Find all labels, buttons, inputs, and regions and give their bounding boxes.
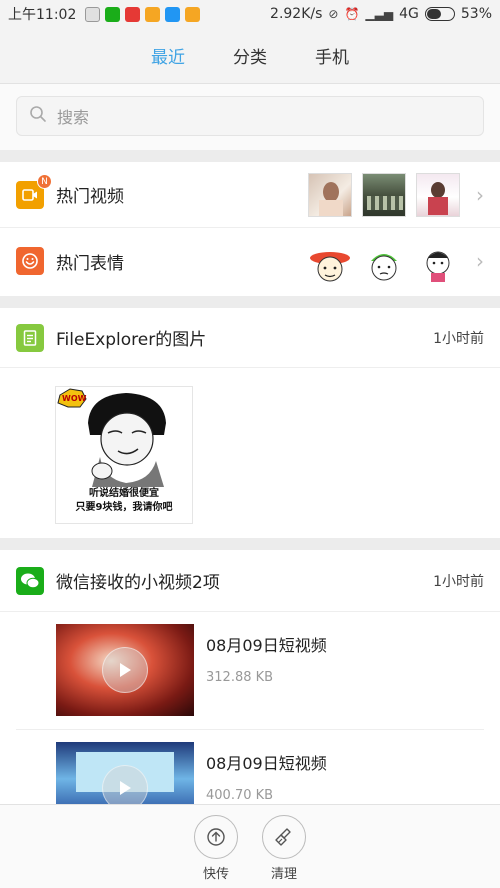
file-explorer-title: FileExplorer的图片: [56, 330, 207, 350]
chevron-right-icon: ›: [476, 249, 484, 273]
tab-recent[interactable]: 最近: [151, 43, 185, 68]
wow-badge: WOW: [62, 394, 87, 403]
video-thumbnail: [416, 172, 460, 217]
android-app-icon: [185, 6, 201, 22]
video-icon: N: [16, 173, 52, 209]
video-thumbnail: [56, 742, 194, 804]
play-icon: [102, 765, 148, 804]
blue-app-icon: [165, 6, 181, 22]
wechat-icon: [16, 566, 44, 595]
battery-percent: 53%: [460, 6, 492, 22]
battery-icon: [424, 7, 455, 21]
video-name: 08月09日短视频: [206, 636, 327, 655]
emoji-sticker: [308, 239, 352, 283]
video-name: 08月09日短视频: [206, 754, 327, 773]
new-badge: N: [37, 173, 52, 189]
signal-icon: ▁▃▅: [365, 7, 394, 21]
play-icon: [102, 647, 148, 693]
hot-emoji-thumbnails: [308, 239, 460, 283]
broom-icon: [262, 815, 306, 859]
chevron-right-icon: ›: [476, 182, 484, 207]
taobao-app-icon: [125, 6, 141, 22]
clean-button[interactable]: 清理: [262, 815, 306, 888]
quick-send-label: 快传: [202, 867, 229, 882]
quick-send-button[interactable]: 快传: [194, 815, 238, 888]
status-time: 上午11:02: [8, 7, 77, 23]
image-caption-line1: 听说结婚很便宜: [89, 488, 159, 499]
upload-icon: [194, 815, 238, 859]
network-speed: 2.92K/s: [270, 6, 323, 22]
tab-phone[interactable]: 手机: [315, 43, 349, 68]
file-explorer-time: 1小时前: [433, 330, 484, 347]
tab-category[interactable]: 分类: [233, 43, 267, 68]
video-list-item[interactable]: 08月09日短视频 400.70 KB: [16, 730, 484, 804]
emoji-icon: [16, 247, 44, 275]
video-thumbnail: [308, 172, 352, 217]
clean-label: 清理: [270, 867, 297, 882]
tab-bar: 最近 分类 手机: [0, 28, 500, 84]
video-list-item[interactable]: 08月09日短视频 312.88 KB: [16, 612, 484, 730]
status-bar: 上午11:02 2.92K/s ⊘ ⏰ ▁▃▅ 4G 53%: [0, 0, 500, 28]
hot-video-row[interactable]: N 热门视频 ›: [0, 162, 500, 228]
orange-app-icon: [145, 6, 161, 22]
image-thumbnail[interactable]: WOW 听说结婚很便宜 只要9块钱，我请你吧: [55, 386, 193, 524]
image-caption-line2: 只要9块钱，我请你吧: [75, 502, 173, 513]
mute-icon: ⊘: [328, 7, 339, 21]
video-thumbnail: [56, 624, 194, 716]
hot-video-thumbnails: [308, 172, 460, 217]
hot-video-title: 热门视频: [56, 187, 124, 207]
hot-section: N 热门视频 › 热门表情 ›: [0, 162, 500, 296]
video-thumbnail: [362, 172, 406, 217]
search-placeholder: 搜索: [57, 108, 90, 127]
emoji-sticker: [362, 239, 406, 283]
hot-emoji-title: 热门表情: [56, 253, 124, 274]
hot-emoji-row[interactable]: 热门表情 ›: [0, 228, 500, 294]
wechat-video-time: 1小时前: [433, 573, 484, 590]
alarm-icon: ⏰: [344, 7, 360, 21]
video-size: 312.88 KB: [206, 670, 274, 685]
wechat-video-header[interactable]: 微信接收的小视频2项 1小时前: [0, 550, 500, 612]
network-type: 4G: [399, 6, 419, 22]
wechat-app-icon: [105, 6, 121, 22]
video-size: 400.70 KB: [206, 788, 274, 803]
document-icon: [16, 323, 44, 352]
calendar-app-icon: [85, 6, 101, 22]
search-section: 搜索: [0, 84, 500, 150]
file-explorer-section: FileExplorer的图片 1小时前 WOW 听说结婚很便宜 只要9块钱，我…: [0, 308, 500, 538]
wechat-video-title: 微信接收的小视频2项: [56, 573, 220, 593]
image-caption: 听说结婚很便宜 只要9块钱，我请你吧: [56, 487, 192, 515]
search-icon: [29, 105, 47, 127]
search-input[interactable]: 搜索: [16, 96, 484, 136]
file-explorer-header[interactable]: FileExplorer的图片 1小时前: [0, 308, 500, 368]
bottom-toolbar: 快传 清理: [0, 804, 500, 888]
emoji-sticker: [416, 239, 460, 283]
wechat-video-section: 微信接收的小视频2项 1小时前 08月09日短视频 312.88 KB 08月0…: [0, 550, 500, 804]
